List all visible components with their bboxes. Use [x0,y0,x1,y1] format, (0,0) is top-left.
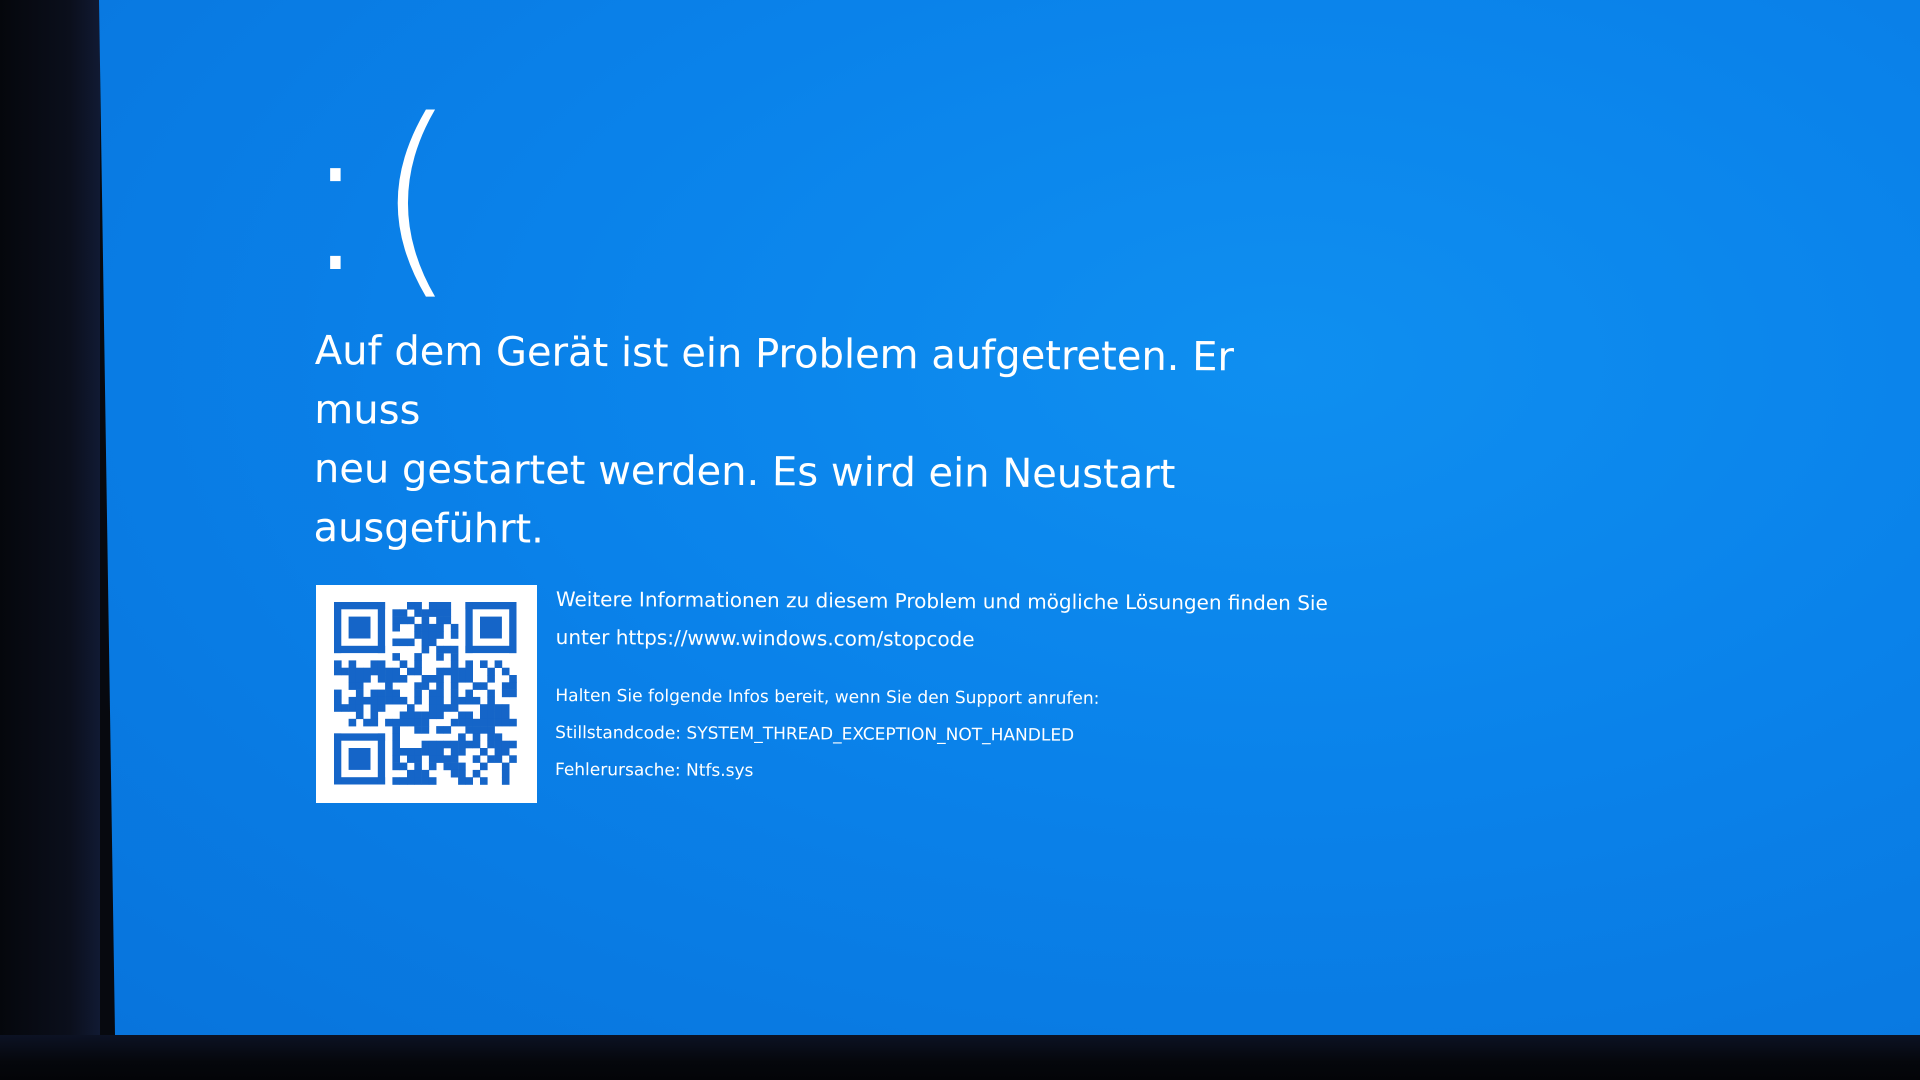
info-block: Weitere Informationen zu diesem Problem … [555,580,1456,794]
more-info-prefix: unter [555,624,616,650]
error-message: Auf dem Gerät ist ein Problem aufgetrete… [313,322,1315,565]
monitor-bezel-bottom [0,1035,1920,1080]
support-info: Halten Sie folgende Infos bereit, wenn S… [555,678,1456,794]
stop-code-line: Stillstandcode: SYSTEM_THREAD_EXCEPTION_… [555,715,1455,757]
more-info-line-1: Weitere Informationen zu diesem Problem … [555,586,1328,616]
monitor-bezel-left [0,0,100,1080]
qr-code-graphic [334,602,517,785]
stop-code-value: SYSTEM_THREAD_EXCEPTION_NOT_HANDLED [686,723,1075,746]
error-message-line-2: neu gestartet werden. Es wird ein Neusta… [313,445,1176,553]
qr-code-icon [316,585,537,803]
cause-line: Fehlerursache: Ntfs.sys [555,752,1455,794]
more-info-line-2: unter https://www.windows.com/stopcode [556,618,1456,661]
cause-value: Ntfs.sys [685,760,754,782]
cause-label: Fehlerursache: [554,759,687,781]
support-hint: Halten Sie folgende Infos bereit, wenn S… [555,685,1100,709]
error-message-line-1: Auf dem Gerät ist ein Problem aufgetrete… [314,327,1235,434]
sad-face-emoticon: :( [300,74,461,319]
more-info-text: Weitere Informationen zu diesem Problem … [556,580,1456,661]
stop-code-label: Stillstandcode: [555,722,687,744]
stopcode-link[interactable]: https://www.windows.com/stopcode [616,625,975,651]
